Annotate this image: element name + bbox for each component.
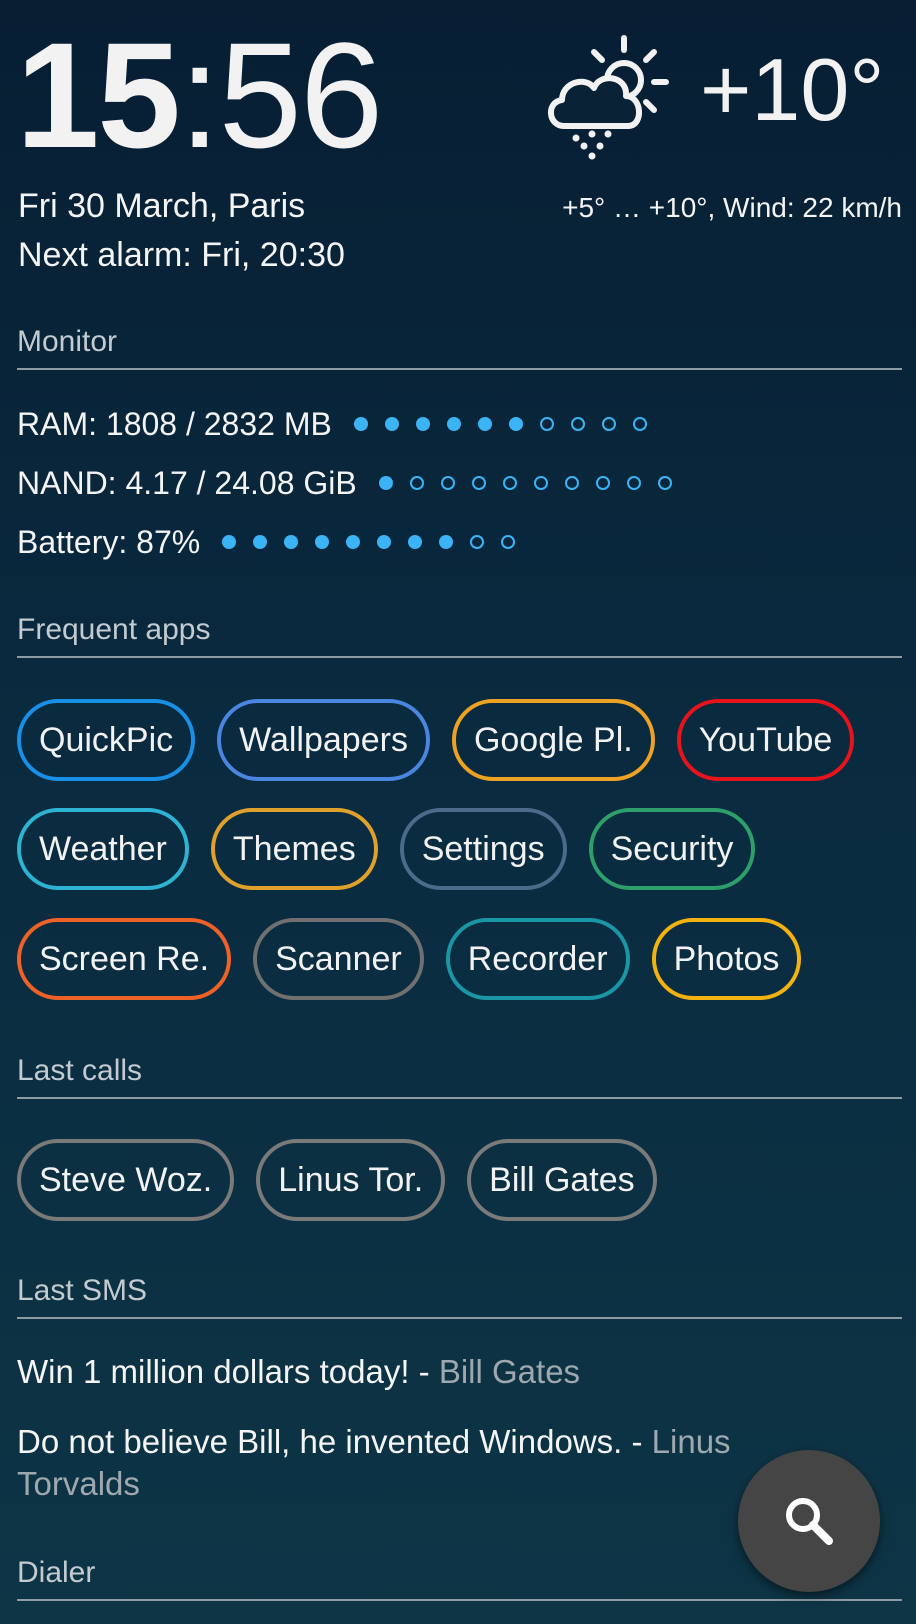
app-chip-scanner[interactable]: Scanner: [253, 918, 424, 1000]
level-dot-empty: [502, 476, 517, 490]
app-chip-wallpapers[interactable]: Wallpapers: [217, 699, 430, 781]
app-chip-themes[interactable]: Themes: [210, 808, 378, 890]
level-dot-empty: [595, 476, 610, 490]
level-dot-empty: [657, 476, 672, 490]
clock[interactable]: 15:56: [16, 20, 383, 170]
level-dot-filled: [353, 417, 368, 431]
app-chip-recorder[interactable]: Recorder: [445, 918, 630, 1000]
level-dot-empty: [470, 535, 485, 549]
level-dot-filled: [222, 535, 237, 549]
level-dots: [353, 417, 664, 431]
app-chip-youtube[interactable]: YouTube: [676, 699, 855, 781]
search-button[interactable]: [738, 1450, 880, 1592]
monitor-label: NAND: 4.17 / 24.08 GiB: [17, 465, 357, 501]
level-dot-filled: [477, 417, 492, 431]
app-chip-google-play[interactable]: Google Pl.: [451, 699, 655, 781]
section-header-last-sms: Last SMS: [17, 1271, 902, 1319]
level-dot-filled: [508, 417, 523, 431]
app-chip-photos[interactable]: Photos: [651, 918, 802, 1000]
level-dot-empty: [440, 476, 455, 490]
contact-chip-linus-tor[interactable]: Linus Tor.: [256, 1139, 446, 1221]
level-dot-filled: [346, 535, 361, 549]
app-chip-screen-recorder[interactable]: Screen Re.: [17, 918, 232, 1000]
date-text[interactable]: Fri 30 March, Paris: [18, 184, 305, 228]
section-header-last-calls: Last calls: [17, 1051, 902, 1099]
monitor-label: Battery: 87%: [17, 524, 201, 560]
level-dot-filled: [439, 535, 454, 549]
level-dot-empty: [409, 476, 424, 490]
monitor-row-nand[interactable]: NAND: 4.17 / 24.08 GiB: [17, 461, 689, 505]
clock-minutes: 56: [218, 11, 384, 179]
app-chip-row: Screen Re. Scanner Recorder Photos: [17, 918, 823, 1000]
contact-chip-steve-woz[interactable]: Steve Woz.: [17, 1139, 235, 1221]
partly-cloudy-rain-icon[interactable]: [542, 30, 672, 160]
next-alarm-text[interactable]: Next alarm: Fri, 20:30: [18, 233, 345, 277]
app-chip-row: QuickPic Wallpapers Google Pl. YouTube: [17, 699, 876, 781]
level-dot-empty: [564, 476, 579, 490]
level-dot-filled: [315, 535, 330, 549]
weather-detail[interactable]: +5° … +10°, Wind: 22 km/h: [562, 188, 902, 228]
level-dot-empty: [533, 476, 548, 490]
section-header-monitor: Monitor: [17, 322, 902, 370]
sms-item[interactable]: Do not believe Bill, he invented Windows…: [17, 1421, 817, 1505]
level-dot-filled: [446, 417, 461, 431]
monitor-row-ram[interactable]: RAM: 1808 / 2832 MB: [17, 402, 664, 446]
level-dot-empty: [501, 535, 516, 549]
weather-temperature[interactable]: +10°: [700, 40, 884, 140]
clock-hours: 15: [16, 11, 181, 179]
level-dot-filled: [377, 535, 392, 549]
sms-message: Do not believe Bill, he invented Windows…: [17, 1423, 652, 1460]
level-dot-empty: [601, 417, 616, 431]
level-dot-empty: [570, 417, 585, 431]
level-dot-filled: [253, 535, 268, 549]
section-header-frequent-apps: Frequent apps: [17, 610, 902, 658]
level-dot-empty: [539, 417, 554, 431]
app-chip-quickpic[interactable]: QuickPic: [17, 699, 196, 781]
level-dot-filled: [384, 417, 399, 431]
level-dot-filled: [408, 535, 423, 549]
level-dot-filled: [415, 417, 430, 431]
search-icon: [786, 1498, 833, 1545]
clock-separator: :: [178, 11, 221, 179]
level-dots: [378, 476, 689, 490]
sms-sender: Bill Gates: [438, 1353, 581, 1390]
level-dot-filled: [284, 535, 299, 549]
monitor-row-battery[interactable]: Battery: 87%: [17, 520, 532, 564]
app-chip-weather[interactable]: Weather: [17, 808, 189, 890]
level-dot-filled: [378, 476, 393, 490]
level-dot-empty: [626, 476, 641, 490]
app-chip-security[interactable]: Security: [588, 808, 756, 890]
level-dot-empty: [471, 476, 486, 490]
monitor-label: RAM: 1808 / 2832 MB: [17, 406, 332, 442]
sms-item[interactable]: Win 1 million dollars today! - Bill Gate…: [17, 1351, 837, 1393]
sms-message: Win 1 million dollars today! -: [17, 1353, 439, 1390]
contact-chip-bill-gates[interactable]: Bill Gates: [467, 1139, 657, 1221]
level-dots: [222, 535, 532, 549]
level-dot-empty: [632, 417, 647, 431]
contact-chip-row: Steve Woz. Linus Tor. Bill Gates: [17, 1139, 679, 1221]
app-chip-settings[interactable]: Settings: [399, 808, 567, 890]
app-chip-row: Weather Themes Settings Security: [17, 808, 777, 890]
